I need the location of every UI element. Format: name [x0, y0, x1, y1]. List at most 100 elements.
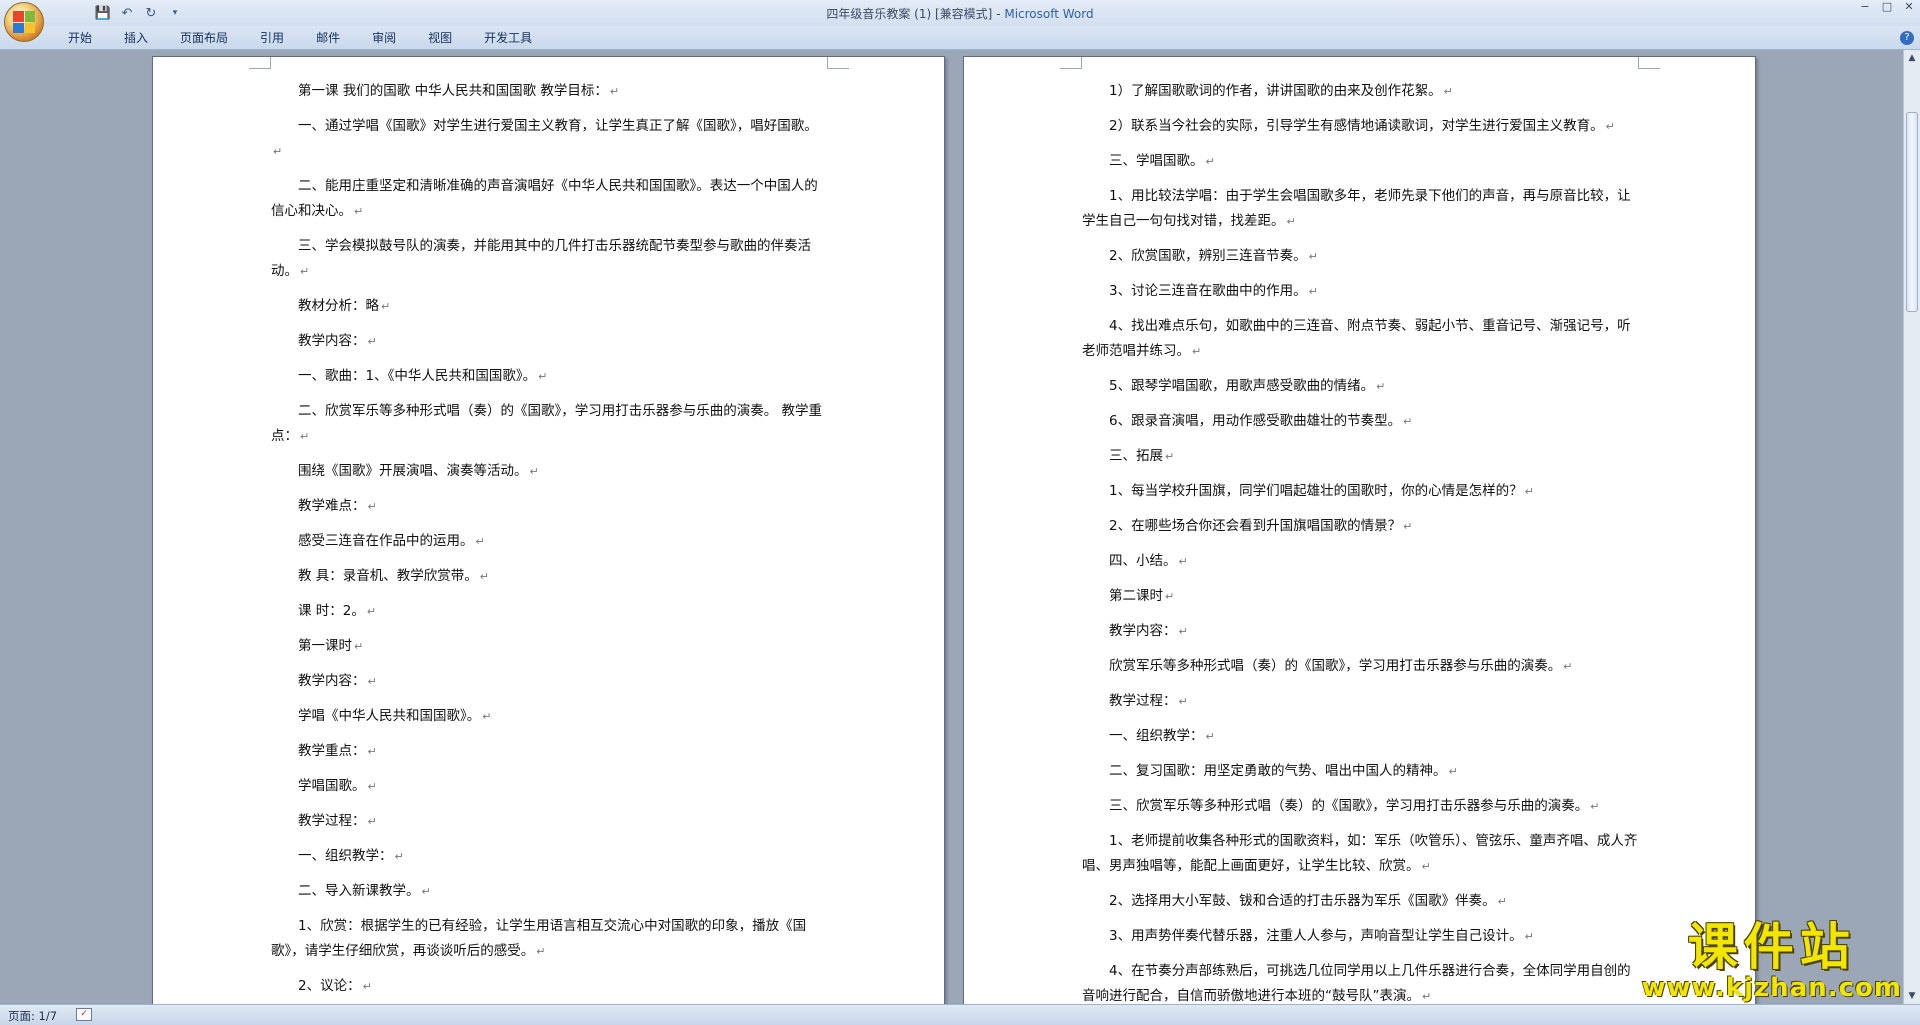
paragraph-mark-icon: ↵: [367, 815, 377, 828]
office-button[interactable]: [4, 2, 44, 42]
paragraph: 一、歌曲：1、《中华人民共和国国歌》。 ↵: [271, 364, 827, 389]
paragraph-text: 3、用声势伴奏代替乐器，注重人人参与，声响音型让学生自己设计。: [1109, 928, 1523, 944]
paragraph-mark-icon: ↵: [1286, 215, 1296, 228]
paragraph-mark-icon: ↵: [1178, 555, 1188, 568]
paragraph: 二、能用庄重坚定和清晰准确的声音演唱好《中华人民共和国国歌》。表达一个中国人的信…: [271, 174, 827, 224]
paragraph-mark-icon: ↵: [367, 780, 377, 793]
paragraph: 1、用比较法学唱：由于学生会唱国歌多年，老师先录下他们的声音，再与原音比较，让学…: [1082, 184, 1638, 234]
page-count[interactable]: 页面: 1/7: [8, 1008, 57, 1024]
paragraph-text: 5、跟琴学唱国歌，用歌声感受歌曲的情绪。: [1109, 378, 1375, 394]
tab-references[interactable]: 引用: [244, 30, 300, 46]
tab-view[interactable]: 视图: [412, 30, 468, 46]
paragraph-text: 3、讨论三连音在歌曲中的作用。: [1109, 283, 1307, 299]
paragraph-text: 2、在哪些场合你还会看到升国旗唱国歌的情景？: [1109, 518, 1402, 534]
page-2-text[interactable]: 1）了解国歌歌词的作者，讲讲国歌的由来及创作花絮。 ↵ 2）联系当今社会的实际，引导…: [1082, 79, 1638, 1004]
paragraph: 三、学会模拟鼓号队的演奏，并能用其中的几件打击乐器统配节奏型参与歌曲的伴奏活动。…: [271, 234, 827, 284]
title-bar: 💾 ↶ ↻ ▾ 四年级音乐教案 (1) [兼容模式] - Microsoft W…: [0, 0, 1920, 26]
paragraph: 欣赏军乐等多种形式唱（奏）的《国歌》，学习用打击乐器参与乐曲的演奏。 ↵: [1082, 654, 1638, 679]
tab-mailings[interactable]: 邮件: [300, 30, 356, 46]
paragraph: 2、欣赏国歌，辨别三连音节奏。 ↵: [1082, 244, 1638, 269]
paragraph: 教学过程： ↵: [1082, 689, 1638, 714]
tab-insert[interactable]: 插入: [108, 30, 164, 46]
paragraph: 一、组织教学： ↵: [271, 844, 827, 869]
paragraph-text: 4、找出难点乐句，如歌曲中的三连音、附点节奏、弱起小节、重音记号、渐强记号，听老…: [1082, 318, 1631, 359]
proofing-icon[interactable]: ✓: [76, 1008, 92, 1021]
paragraph: 6、跟录音演唱，用动作感受歌曲雄壮的节奏型。 ↵: [1082, 409, 1638, 434]
paragraph: 2）联系当今社会的实际，引导学生有感情地诵读歌词，对学生进行爱国主义教育。 ↵: [1082, 114, 1638, 139]
paragraph: 教学内容： ↵: [271, 329, 827, 354]
paragraph-mark-icon: ↵: [300, 430, 310, 443]
crop-mark: [1638, 57, 1660, 69]
paragraph-mark-icon: ↵: [1448, 765, 1458, 778]
paragraph-mark-icon: ↵: [479, 570, 490, 583]
close-button[interactable]: ✕: [1898, 0, 1920, 16]
paragraph-mark-icon: ↵: [367, 500, 377, 513]
window-controls: − □ ✕: [1854, 0, 1920, 16]
paragraph-text: 三、拓展: [1109, 448, 1163, 464]
document-title: 四年级音乐教案 (1) [兼容模式]: [826, 7, 993, 21]
paragraph-text: 4、在节奏分声部练熟后，可挑选几位同学用以上几件乐器进行合奏，全体同学用自创的音…: [1082, 963, 1631, 1004]
paragraph-text: 感受三连音在作品中的运用。: [298, 533, 474, 549]
paragraph-mark-icon: ↵: [354, 205, 364, 218]
paragraph: 二、欣赏军乐等多种形式唱（奏）的《国歌》，学习用打击乐器参与乐曲的演奏。 教学重…: [271, 399, 827, 449]
paragraph-mark-icon: ↵: [538, 370, 548, 383]
paragraph-text: 三、学会模拟鼓号队的演奏，并能用其中的几件打击乐器统配节奏型参与歌曲的伴奏活动。: [271, 238, 811, 279]
paragraph-mark-icon: ↵: [367, 335, 377, 348]
paragraph-text: 2）联系当今社会的实际，引导学生有感情地诵读歌词，对学生进行爱国主义教育。: [1109, 118, 1604, 134]
paragraph-text: 一、组织教学：: [1109, 728, 1204, 744]
paragraph-text: 教学内容：: [1109, 623, 1177, 639]
paragraph-text: 教学内容：: [298, 333, 366, 349]
paragraph: 教材分析：略 ↵: [271, 294, 827, 319]
paragraph-mark-icon: ↵: [1178, 695, 1188, 708]
vertical-scrollbar[interactable]: ▲ ▼: [1903, 50, 1920, 1004]
paragraph-text: 教材分析：略: [298, 298, 379, 314]
help-icon[interactable]: ?: [1900, 31, 1914, 45]
status-bar: 页面: 1/7 ✓: [0, 1004, 1920, 1025]
paragraph: 5、跟琴学唱国歌，用歌声感受歌曲的情绪。 ↵: [1082, 374, 1638, 399]
paragraph-mark-icon: ↵: [1590, 800, 1600, 813]
paragraph-text: 二、导入新课教学。: [298, 883, 420, 899]
paragraph: 教 具：录音机、教学欣赏带。 ↵: [271, 564, 827, 589]
tab-review[interactable]: 审阅: [356, 30, 412, 46]
paragraph-mark-icon: ↵: [609, 85, 620, 98]
paragraph-mark-icon: ↵: [1376, 380, 1386, 393]
maximize-button[interactable]: □: [1876, 0, 1898, 16]
paragraph-text: 1、老师提前收集各种形式的国歌资料，如：军乐（吹管乐）、管弦乐、童声齐唱、成人齐…: [1082, 833, 1638, 874]
tab-home[interactable]: 开始: [52, 30, 108, 46]
paragraph-mark-icon: ↵: [354, 640, 364, 653]
paragraph-mark-icon: ↵: [1308, 285, 1318, 298]
paragraph: 围绕《国歌》开展演唱、演奏等活动。 ↵: [271, 459, 827, 484]
paragraph-text: 第一课时: [298, 638, 352, 654]
paragraph: 三、欣赏军乐等多种形式唱（奏）的《国歌》，学习用打击乐器参与乐曲的演奏。 ↵: [1082, 794, 1638, 819]
paragraph-text: 一、组织教学：: [298, 848, 393, 864]
tab-page-layout[interactable]: 页面布局: [164, 30, 244, 46]
paragraph: 4、在节奏分声部练熟后，可挑选几位同学用以上几件乐器进行合奏，全体同学用自创的音…: [1082, 959, 1638, 1004]
tab-developer[interactable]: 开发工具: [468, 30, 548, 46]
paragraph-mark-icon: ↵: [1165, 450, 1175, 463]
paragraph: 课 时：2。 ↵: [271, 599, 827, 624]
paragraph-text: 一、歌曲：1、《中华人民共和国国歌》。: [298, 368, 537, 384]
paragraph-text: 教学难点：: [298, 498, 366, 514]
paragraph: 1）了解国歌歌词的作者，讲讲国歌的由来及创作花絮。 ↵: [1082, 79, 1638, 104]
paragraph-mark-icon: ↵: [362, 980, 372, 993]
paragraph-text: 6、跟录音演唱，用动作感受歌曲雄壮的节奏型。: [1109, 413, 1402, 429]
scroll-up-arrow-icon[interactable]: ▲: [1904, 50, 1920, 66]
paragraph-text: 教学过程：: [1109, 693, 1177, 709]
ribbon-tabs: 开始 插入 页面布局 引用 邮件 审阅 视图 开发工具: [52, 30, 548, 46]
paragraph-text: 2、欣赏国歌，辨别三连音节奏。: [1109, 248, 1307, 264]
minimize-button[interactable]: −: [1854, 0, 1876, 16]
scroll-down-arrow-icon[interactable]: ▼: [1904, 988, 1920, 1004]
paragraph-text: 2、选择用大小军鼓、钹和合适的打击乐器为军乐《国歌》伴奏。: [1109, 893, 1496, 909]
paragraph: 第二课时 ↵: [1082, 584, 1638, 609]
watermark-url: www.kjzhan.com: [1641, 973, 1902, 1003]
paragraph-text: 教 具：录音机、教学欣赏带。: [298, 568, 478, 584]
scrollbar-thumb[interactable]: [1906, 112, 1918, 312]
paragraph: 四、小结。 ↵: [1082, 549, 1638, 574]
paragraph-mark-icon: ↵: [421, 885, 431, 898]
paragraph: 学唱国歌。 ↵: [271, 774, 827, 799]
paragraph-text: 二、欣赏军乐等多种形式唱（奏）的《国歌》，学习用打击乐器参与乐曲的演奏。 教学重…: [271, 403, 823, 444]
paragraph: 4、找出难点乐句，如歌曲中的三连音、附点节奏、弱起小节、重音记号、渐强记号，听老…: [1082, 314, 1638, 364]
paragraph: 第一课 我们的国歌 中华人民共和国国歌 教学目标： ↵: [271, 79, 827, 104]
paragraph-mark-icon: ↵: [367, 675, 377, 688]
page-1-text[interactable]: 第一课 我们的国歌 中华人民共和国国歌 教学目标： ↵ 一、通过学唱《国歌》对学生进…: [271, 79, 827, 1004]
